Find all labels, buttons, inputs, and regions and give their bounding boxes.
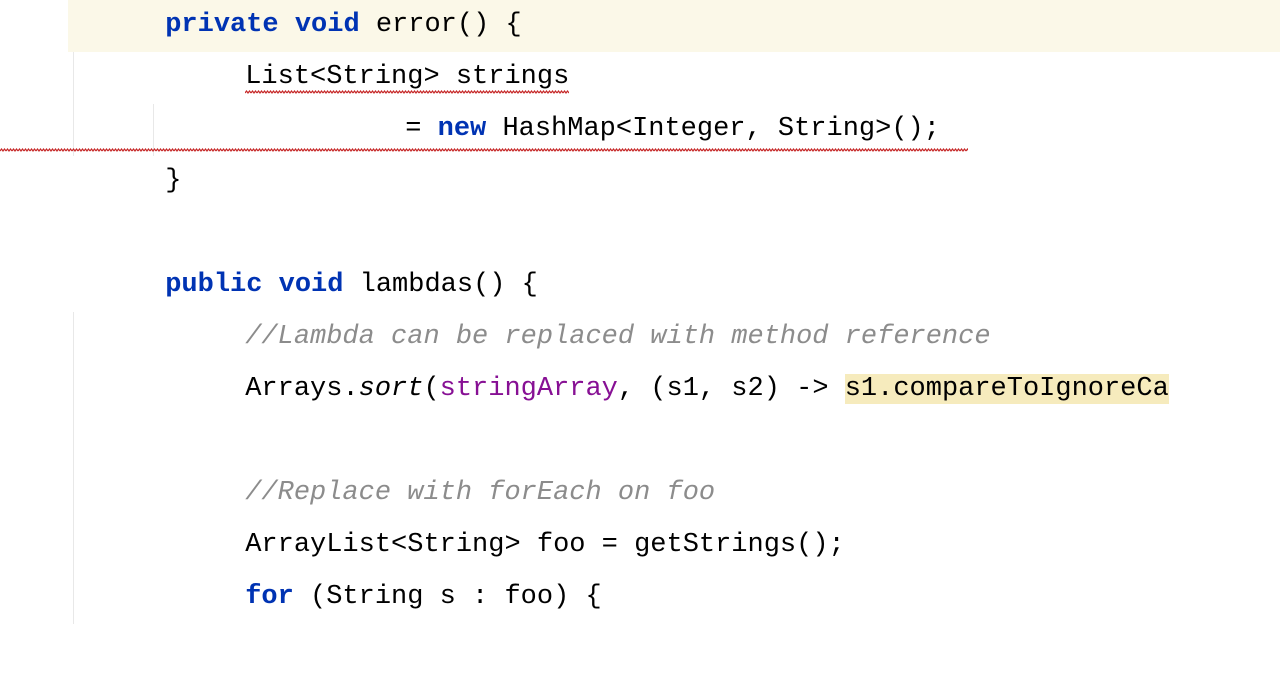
code-line[interactable]: for (String s : foo) { [68, 572, 1280, 624]
semicolon: ; [924, 114, 940, 144]
code-line[interactable]: Arrays.sort(stringArray, (s1, s2) -> s1.… [68, 364, 1280, 416]
keyword-new: new [438, 114, 487, 144]
warning-highlight: s1.compareToIgnoreCa [845, 374, 1169, 404]
type-string: String [326, 582, 423, 612]
code-space [423, 582, 439, 612]
paren-open: ( [310, 582, 326, 612]
code-line[interactable]: = new HashMap<Integer, String>(); [68, 104, 1280, 156]
code-editor[interactable]: private void error() { List<String> stri… [0, 0, 1280, 624]
comma: , [745, 114, 777, 144]
type-list: List [245, 62, 310, 92]
field-stringarray: stringArray [440, 374, 618, 404]
paren-close: ) [553, 582, 569, 612]
code-space [294, 582, 310, 612]
comma: , [618, 374, 650, 404]
type-string: String [778, 114, 875, 144]
parentheses: () [796, 530, 828, 560]
angle-open: < [616, 114, 632, 144]
angle-close: > [875, 114, 891, 144]
code-space [486, 114, 502, 144]
variable-s: s [440, 582, 456, 612]
semicolon: ; [829, 530, 845, 560]
method-getstrings: getStrings [634, 530, 796, 560]
brace-close: } [165, 166, 181, 196]
type-hashmap: HashMap [502, 114, 615, 144]
equals-sign: = [405, 114, 437, 144]
variable-foo: foo [504, 582, 553, 612]
class-arrays: Arrays [245, 374, 342, 404]
colon: : [456, 582, 505, 612]
lambda-params: (s1, s2) -> [650, 374, 844, 404]
paren-open: ( [423, 374, 439, 404]
method-sort: sort [359, 374, 424, 404]
parentheses: () [891, 114, 923, 144]
dot: . [342, 374, 358, 404]
brace-open: { [569, 582, 601, 612]
type-integer: Integer [632, 114, 745, 144]
keyword-for: for [245, 582, 294, 612]
